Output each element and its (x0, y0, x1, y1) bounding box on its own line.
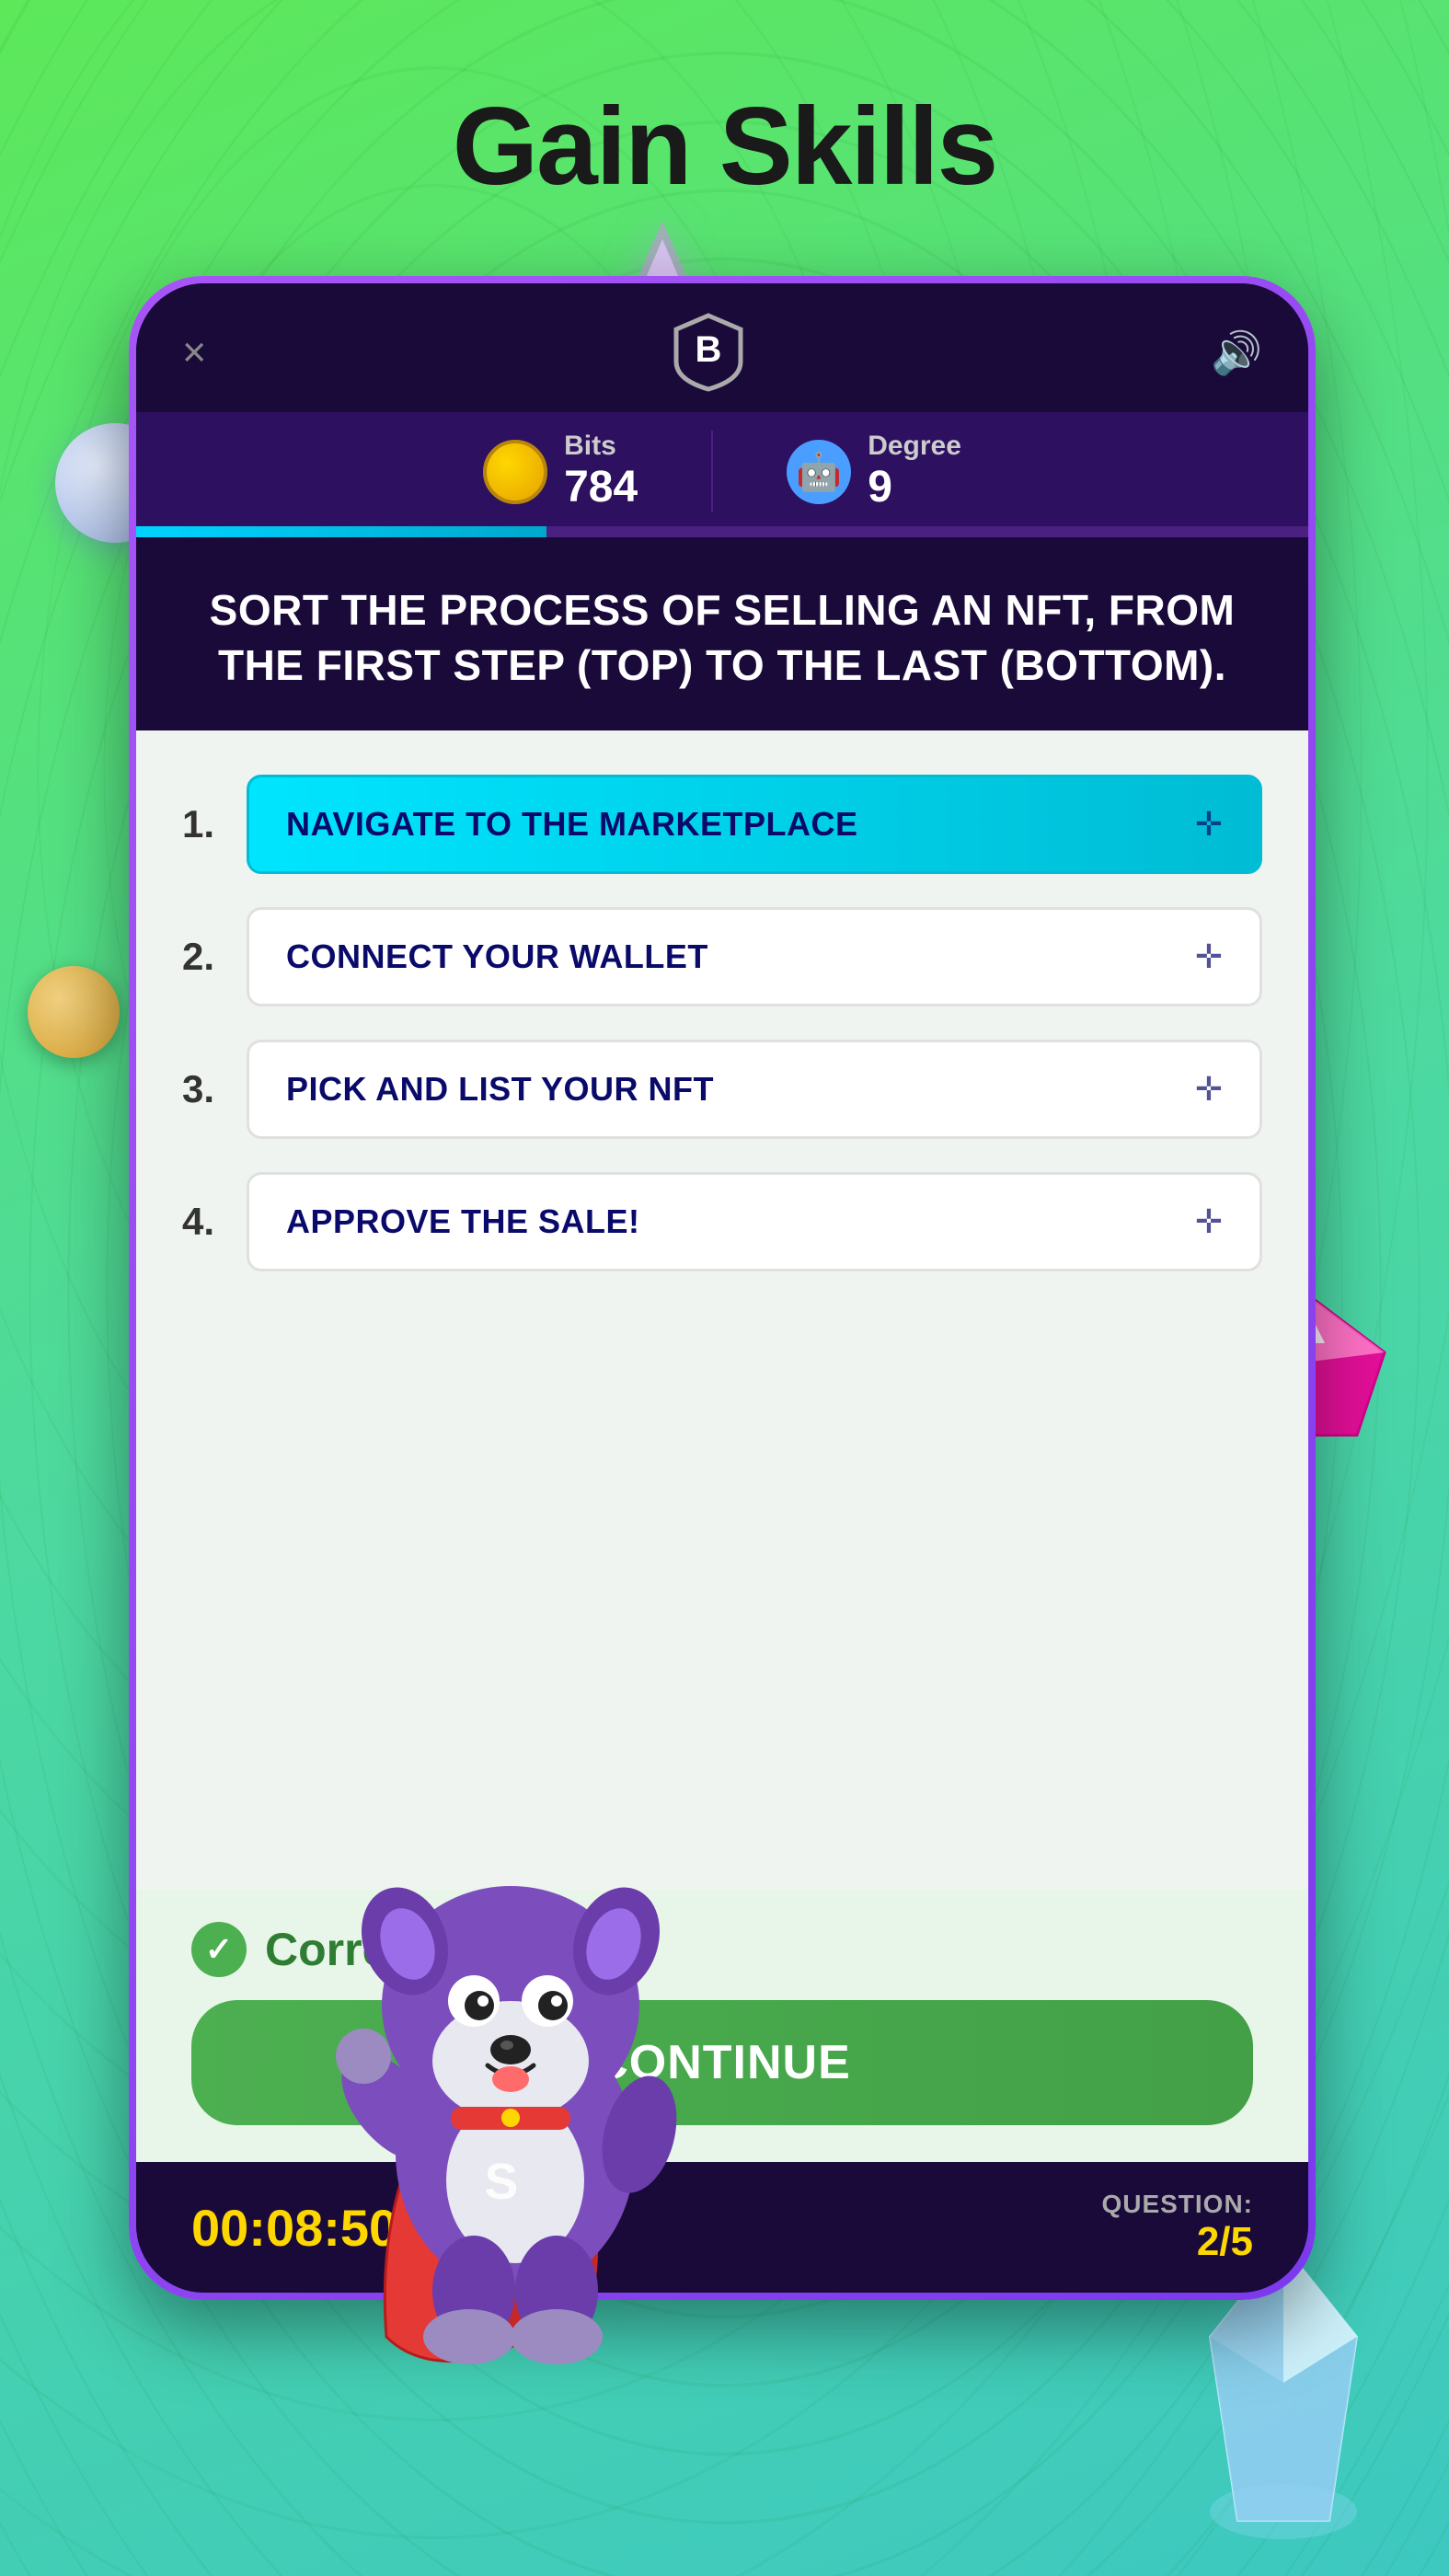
answer-row-1: 1. NAVIGATE TO THE MARKETPLACE ✛ (182, 758, 1262, 891)
answer-row-4: 4. APPROVE THE SALE! ✛ (182, 1156, 1262, 1288)
answer-text-2: CONNECT YOUR WALLET (286, 937, 708, 976)
answers-area: 1. NAVIGATE TO THE MARKETPLACE ✛ 2. CONN… (136, 730, 1308, 1890)
degree-value: 9 (868, 462, 961, 512)
question-counter: QUESTION: 2/5 (1101, 2190, 1253, 2265)
drag-icon-1: ✛ (1195, 805, 1223, 844)
bits-info: Bits 784 (564, 431, 638, 512)
bits-label: Bits (564, 431, 638, 462)
mascot-container: S (239, 1803, 791, 2447)
stats-bar: Bits 784 Degree 9 (136, 412, 1308, 512)
answer-row-2: 2. CONNECT YOUR WALLET ✛ (182, 891, 1262, 1023)
question-area: SORT THE PROCESS OF SELLING AN NFT, FROM… (136, 537, 1308, 730)
progress-fill (136, 526, 546, 537)
answer-button-1[interactable]: NAVIGATE TO THE MARKETPLACE ✛ (247, 775, 1262, 874)
progress-container (136, 512, 1308, 537)
progress-track (136, 526, 1308, 537)
question-num: 2/5 (1101, 2219, 1253, 2265)
answer-row-3: 3. PICK AND LIST YOUR NFT ✛ (182, 1023, 1262, 1156)
drag-icon-3: ✛ (1195, 1070, 1223, 1109)
answer-button-4[interactable]: APPROVE THE SALE! ✛ (247, 1172, 1262, 1271)
deco-sphere-gold (28, 966, 120, 1058)
drag-icon-2: ✛ (1195, 937, 1223, 976)
bits-coin-icon (483, 440, 547, 504)
answer-text-4: APPROVE THE SALE! (286, 1202, 640, 1241)
correct-check-icon (191, 1922, 247, 1977)
degree-info: Degree 9 (868, 431, 961, 512)
answer-button-2[interactable]: CONNECT YOUR WALLET ✛ (247, 907, 1262, 1006)
svg-text:B: B (696, 329, 722, 370)
answer-text-3: PICK AND LIST YOUR NFT (286, 1070, 714, 1109)
top-bar: × B 🔊 (136, 283, 1308, 412)
answer-button-3[interactable]: PICK AND LIST YOUR NFT ✛ (247, 1040, 1262, 1139)
question-label: QUESTION: (1101, 2190, 1253, 2219)
answer-number-3: 3. (182, 1067, 228, 1111)
answer-number-1: 1. (182, 802, 228, 846)
svg-text:S: S (485, 2153, 519, 2210)
bits-value: 784 (564, 462, 638, 512)
bits-stat: Bits 784 (409, 431, 711, 512)
sound-icon[interactable]: 🔊 (1211, 328, 1262, 377)
page-title: Gain Skills (0, 83, 1449, 210)
drag-icon-4: ✛ (1195, 1202, 1223, 1241)
degree-avatar (787, 440, 851, 504)
degree-stat: Degree 9 (711, 431, 1035, 512)
answer-number-4: 4. (182, 1200, 228, 1244)
question-text: SORT THE PROCESS OF SELLING AN NFT, FROM… (191, 583, 1253, 694)
app-logo: B (667, 311, 750, 394)
answer-number-2: 2. (182, 935, 228, 979)
answer-text-1: NAVIGATE TO THE MARKETPLACE (286, 805, 858, 844)
degree-label: Degree (868, 431, 961, 462)
close-button[interactable]: × (182, 328, 206, 376)
